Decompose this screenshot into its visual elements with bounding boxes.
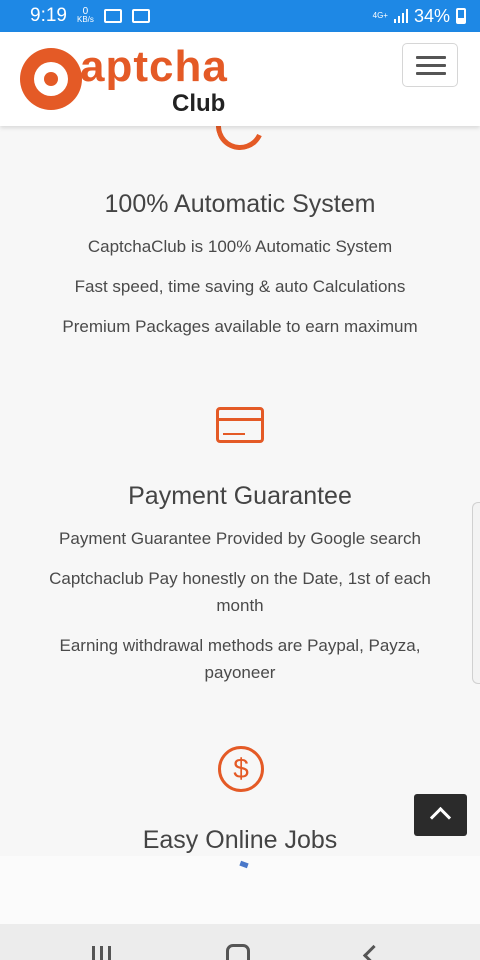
logo-c-icon <box>20 48 82 110</box>
screen: 9:19 0 KB/s 4G+ 34% aptcha Club 100% Aut… <box>0 0 480 960</box>
menu-bar-icon <box>416 72 446 75</box>
page-bottom-area <box>0 856 480 924</box>
credit-card-icon <box>216 407 264 443</box>
gallery-notification-icon <box>103 9 122 23</box>
wifi-notification-icon <box>131 9 150 23</box>
scroll-to-top-button[interactable] <box>414 794 467 836</box>
system-navigation-bar <box>0 924 480 960</box>
feature-line: Captchaclub Pay honestly on the Date, 1s… <box>49 569 431 588</box>
hamburger-menu-button[interactable] <box>402 43 458 87</box>
battery-icon <box>456 8 466 24</box>
menu-bar-icon <box>416 56 446 59</box>
site-header: aptcha Club <box>0 32 480 126</box>
edge-panel-handle[interactable] <box>472 502 480 684</box>
feature-title: 100% Automatic System <box>104 190 376 218</box>
status-time: 9:19 <box>30 5 67 26</box>
battery-percent: 34% <box>413 5 450 26</box>
network-type: 4G+ <box>372 11 388 20</box>
recent-apps-icon[interactable] <box>92 946 114 960</box>
status-bar: 9:19 0 KB/s 4G+ 34% <box>0 0 480 32</box>
feature-line: Earning withdrawal methods are Paypal, P… <box>59 636 421 655</box>
feature-line: Premium Packages available to earn maxim… <box>62 317 418 336</box>
feature-automatic-system: 100% Automatic System CaptchaClub is 100… <box>0 190 480 340</box>
signal-icon <box>393 9 408 23</box>
feature-line: Fast speed, time saving & auto Calculati… <box>74 277 406 296</box>
loading-indicator-icon <box>239 860 249 869</box>
feature-title: Payment Guarantee <box>128 482 352 510</box>
home-icon[interactable] <box>226 944 250 960</box>
feature-line: Payment Guarantee Provided by Google sea… <box>59 529 421 548</box>
main-content: 100% Automatic System CaptchaClub is 100… <box>0 95 480 856</box>
feature-payment-guarantee: Payment Guarantee Payment Guarantee Prov… <box>0 482 480 686</box>
feature-line: CaptchaClub is 100% Automatic System <box>87 237 393 256</box>
dollar-icon: $ <box>218 746 264 792</box>
menu-bar-icon <box>416 64 446 67</box>
captcha-club-logo[interactable]: aptcha Club <box>20 42 250 118</box>
feature-line: payoneer <box>204 663 276 682</box>
feature-easy-online-jobs: Easy Online Jobs <box>0 826 480 855</box>
logo-subtext: Club <box>172 90 226 117</box>
feature-line: month <box>216 596 264 615</box>
back-icon[interactable] <box>362 944 385 960</box>
logo-text: aptcha <box>80 42 228 91</box>
net-speed-indicator: 0 KB/s <box>76 7 94 24</box>
feature-title: Easy Online Jobs <box>142 826 338 854</box>
net-speed-unit: KB/s <box>76 15 94 24</box>
